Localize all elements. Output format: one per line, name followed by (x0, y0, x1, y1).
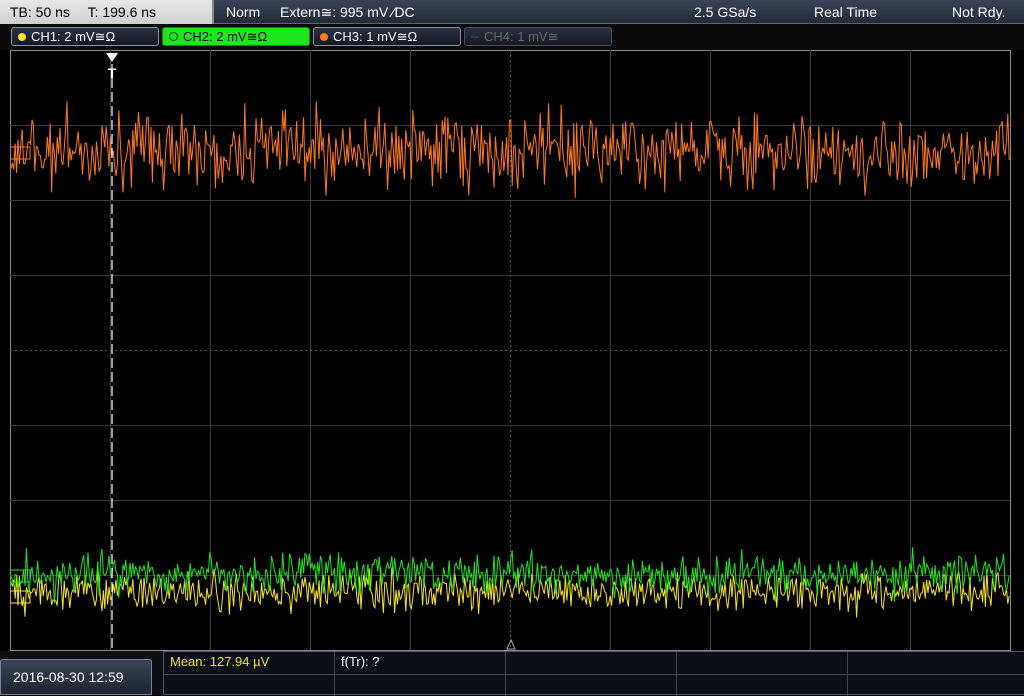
channel-1-label: CH1: 2 mV≅Ω (31, 29, 116, 44)
measurement-cell-empty (848, 652, 1024, 674)
waveform-display[interactable]: T (9, 50, 1011, 651)
datetime-label: 2016-08-30 12:59 (13, 669, 124, 685)
measurement-cell-empty (506, 674, 677, 696)
channel-4-button[interactable]: CH4: 1 mV≅ (464, 27, 612, 46)
channel-bar: CH1: 2 mV≅Ω CH2: 2 mV≅Ω CH3: 1 mV≅Ω CH4:… (0, 24, 1024, 50)
channel-3-dot-icon (320, 33, 328, 41)
mean-measurement: Mean: 127.94 µV (164, 652, 335, 674)
frequency-measurement: f(Tr): ? (335, 652, 506, 674)
channel-2-button[interactable]: CH2: 2 mV≅Ω (162, 27, 310, 46)
acq-mode-label: Real Time (814, 4, 878, 20)
waveform-svg: T (9, 50, 1011, 651)
channel-4-label: CH4: 1 mV≅ (484, 29, 559, 44)
channel-1-dot-icon (18, 33, 26, 41)
channel-1-button[interactable]: CH1: 2 mV≅Ω (11, 27, 159, 46)
trigger-source-label: Extern≅: 995 mV ⁄DC (280, 4, 415, 20)
trigger-time-label: T: 199.6 ns (87, 4, 157, 20)
measurement-cell-empty (506, 652, 677, 674)
sample-rate-label: 2.5 GSa/s (694, 4, 757, 20)
measurement-cell-empty (848, 674, 1024, 696)
channel-3-button[interactable]: CH3: 1 mV≅Ω (313, 27, 461, 46)
bottom-bar: 2016-08-30 12:59 Mean: 127.94 µV f(Tr): … (0, 651, 1024, 696)
channel-4-dot-icon (471, 36, 479, 38)
ready-state-label: Not Rdy. (952, 4, 1006, 20)
datetime-box[interactable]: 2016-08-30 12:59 (0, 659, 152, 695)
trigger-marker-label: T (108, 65, 117, 81)
measurement-cell-empty (164, 674, 335, 696)
measurement-cell-empty (677, 674, 848, 696)
channel-2-dot-icon (169, 32, 178, 41)
status-bar[interactable]: Norm Extern≅: 995 mV ⁄DC 2.5 GSa/s Real … (214, 0, 1024, 24)
measurement-cell-empty (335, 674, 506, 696)
channel-2-label: CH2: 2 mV≅Ω (183, 29, 268, 44)
measurement-cell-empty (677, 652, 848, 674)
timebase-box[interactable]: TB: 50 ns T: 199.6 ns (0, 0, 214, 24)
timebase-label: TB: 50 ns (10, 4, 70, 20)
channel-3-label: CH3: 1 mV≅Ω (333, 29, 418, 44)
measurement-panel[interactable]: Mean: 127.94 µV f(Tr): ? (163, 651, 1024, 696)
trigger-mode-label: Norm (226, 4, 261, 20)
